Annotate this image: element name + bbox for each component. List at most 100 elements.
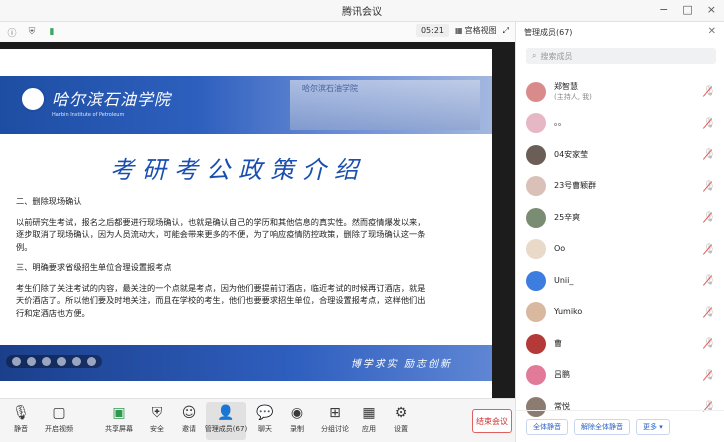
shield-icon[interactable]: ⛨ xyxy=(26,26,38,38)
window-title: 腾讯会议 xyxy=(342,7,382,18)
tool-icon[interactable] xyxy=(12,357,21,366)
muted-microphone-icon[interactable]: 🎙 xyxy=(703,307,716,319)
school-motto: 博学求实 励志创新 xyxy=(350,359,452,370)
section-text: 考生们除了关注考试的内容，最关注的一个点就是考点，因为他们要提前订酒店，临近考试… xyxy=(16,282,426,318)
security-button[interactable]: ⛨ 安全 xyxy=(140,405,174,434)
apps-button[interactable]: ▦ 应用 xyxy=(352,405,386,434)
video-label: 开启视频 xyxy=(45,425,73,433)
settings-button[interactable]: ⚙ 设置 xyxy=(384,405,418,434)
participant-name: Oo xyxy=(554,244,566,254)
participant-row[interactable]: Unii_ 🎙 xyxy=(516,265,724,297)
maximize-button[interactable]: □ xyxy=(682,3,692,16)
avatar xyxy=(526,270,546,291)
meeting-toolbar: 🎙 静音 ▢ 开启视频 ▣ 共享屏幕 ⛨ 安全 ☺ 邀请 👤 管理成员(67) … xyxy=(0,398,515,442)
participant-row[interactable]: 吕鹏 🎙 xyxy=(516,360,724,392)
muted-microphone-icon[interactable]: 🎙 xyxy=(703,338,716,350)
participant-info: 吕鹏 xyxy=(554,370,570,380)
slide-header: 哈尔滨石油学院 Harbin Institute of Petroleum 哈尔… xyxy=(0,76,492,134)
tool-icon[interactable] xyxy=(42,357,51,366)
apps-label: 应用 xyxy=(362,425,376,433)
participant-name: 。。 xyxy=(554,118,566,128)
participant-name: 吕鹏 xyxy=(554,370,570,380)
end-meeting-button[interactable]: 结束会议 xyxy=(472,409,512,433)
participant-row[interactable]: 。。 🎙 xyxy=(516,108,724,140)
avatar xyxy=(526,176,546,197)
chat-button[interactable]: 💬 聊天 xyxy=(248,405,282,434)
invite-button[interactable]: ☺ 邀请 xyxy=(172,405,206,434)
settings-label: 设置 xyxy=(394,425,408,433)
view-label: 宫格视图 xyxy=(464,26,497,35)
mute-all-button[interactable]: 全体静音 xyxy=(526,418,568,435)
mute-button[interactable]: 🎙 静音 xyxy=(4,405,38,434)
invite-label: 邀请 xyxy=(182,425,196,433)
section-text: 以前研究生考试，报名之后都要进行现场确认，也就是确认自己的学历和其他信息的真实性… xyxy=(16,216,426,252)
video-button[interactable]: ▢ 开启视频 xyxy=(42,405,76,434)
avatar xyxy=(526,302,546,323)
record-button[interactable]: ◉ 录制 xyxy=(280,405,314,434)
school-name-en: Harbin Institute of Petroleum xyxy=(52,112,125,118)
muted-microphone-icon[interactable]: 🎙 xyxy=(703,118,716,130)
meeting-window: 腾讯会议 − □ × ⓘ ⛨ ▮ 05:21 ▦ 宫格视图 ⤢ 哈尔滨石油学院 … xyxy=(0,0,724,442)
participant-row[interactable]: 04安家莹 🎙 xyxy=(516,139,724,171)
participant-name: 曹 xyxy=(554,338,562,348)
breakout-icon: ⊞ xyxy=(329,405,341,421)
share-screen-button[interactable]: ▣ 共享屏幕 xyxy=(102,405,136,434)
panel-footer: 全体静音 解除全体静音 更多 ▾ xyxy=(516,410,724,442)
grid-icon: ▦ xyxy=(455,26,463,35)
tool-icon[interactable] xyxy=(27,357,36,366)
participant-role: (主持人, 我) xyxy=(554,92,592,101)
breakout-button[interactable]: ⊞ 分组讨论 xyxy=(318,405,352,434)
building-sign: 哈尔滨石油学院 xyxy=(302,84,358,93)
slide-footer: 博学求实 励志创新 xyxy=(0,345,492,381)
slide-title: 考研考公政策介绍 xyxy=(110,156,366,184)
camera-off-icon: ▢ xyxy=(52,405,66,421)
unmute-all-button[interactable]: 解除全体静音 xyxy=(574,418,630,435)
members-label: 管理成员(67) xyxy=(204,425,248,433)
record-icon: ◉ xyxy=(290,405,304,421)
view-switch-button[interactable]: ▦ 宫格视图 xyxy=(455,25,497,36)
member-search[interactable]: ⌕ 搜索成员 xyxy=(526,48,716,64)
avatar xyxy=(526,365,546,386)
muted-microphone-icon[interactable]: 🎙 xyxy=(703,370,716,382)
close-button[interactable]: × xyxy=(707,3,716,16)
minimize-button[interactable]: − xyxy=(659,3,668,16)
participant-row[interactable]: Yumiko 🎙 xyxy=(516,297,724,329)
invite-icon: ☺ xyxy=(181,405,197,421)
participant-row[interactable]: 23号曹颖群 🎙 xyxy=(516,171,724,203)
topbar-right: 05:21 ▦ 宫格视图 ⤢ xyxy=(415,24,509,37)
muted-microphone-icon[interactable]: 🎙 xyxy=(703,212,716,224)
participant-name: 25辛爽 xyxy=(554,212,581,222)
muted-microphone-icon[interactable]: 🎙 xyxy=(703,86,716,98)
signal-icon: ▮ xyxy=(49,27,55,37)
tool-icon[interactable] xyxy=(57,357,66,366)
slide-body: 二、删除现场确认 以前研究生考试，报名之后都要进行现场确认，也就是确认自己的学历… xyxy=(16,195,426,327)
panel-title: 管理成员(67) xyxy=(524,27,573,37)
muted-microphone-icon[interactable]: 🎙 xyxy=(703,181,716,193)
security-label: 安全 xyxy=(150,425,164,433)
apps-icon: ▦ xyxy=(362,405,376,421)
section-heading: 二、删除现场确认 xyxy=(16,196,82,206)
tool-icon[interactable] xyxy=(72,357,81,366)
participant-row[interactable]: 25辛爽 🎙 xyxy=(516,202,724,234)
more-button[interactable]: 更多 ▾ xyxy=(636,418,670,435)
fullscreen-icon[interactable]: ⤢ xyxy=(503,26,509,36)
participant-row[interactable]: Oo 🎙 xyxy=(516,234,724,266)
avatar xyxy=(526,113,546,134)
participant-name: Yumiko xyxy=(554,307,583,317)
participant-row[interactable]: 曹 🎙 xyxy=(516,328,724,360)
info-icon[interactable]: ⓘ xyxy=(6,26,18,39)
tool-icon[interactable] xyxy=(87,357,96,366)
avatar xyxy=(526,207,546,228)
presentation-tools[interactable] xyxy=(6,355,102,368)
muted-microphone-icon[interactable]: 🎙 xyxy=(703,149,716,161)
participant-row[interactable]: 郑智慧 (主持人, 我) 🎙 xyxy=(516,76,724,108)
title-bar: 腾讯会议 − □ × xyxy=(0,0,724,22)
members-button[interactable]: 👤 管理成员(67) xyxy=(204,402,248,440)
muted-microphone-icon[interactable]: 🎙 xyxy=(703,244,716,256)
muted-microphone-icon[interactable]: 🎙 xyxy=(703,275,716,287)
avatar xyxy=(526,239,546,260)
close-icon[interactable]: ✕ xyxy=(708,26,716,37)
school-name: 哈尔滨石油学院 xyxy=(52,90,172,109)
avatar xyxy=(526,81,546,102)
participant-list: 郑智慧 (主持人, 我) 🎙。。 🎙 04安家莹 🎙 23号曹颖群 🎙 25辛爽 🎙 Oo 🎙 Unii… xyxy=(516,76,724,423)
